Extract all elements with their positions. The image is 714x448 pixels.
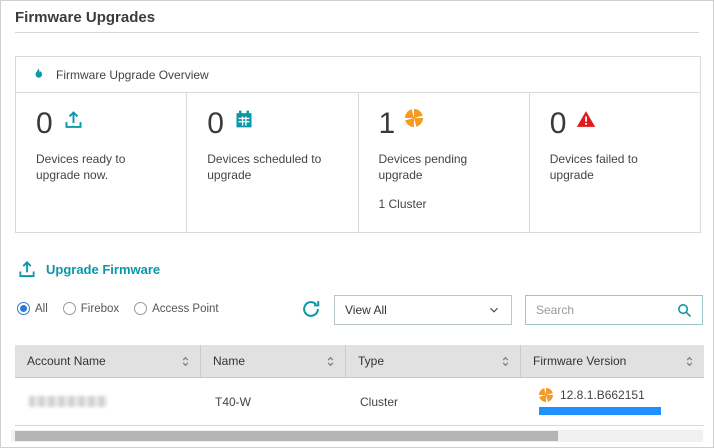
chevron-down-icon — [487, 303, 501, 317]
ready-count: 0 — [36, 109, 53, 139]
page-title: Firmware Upgrades — [15, 9, 155, 26]
overview-header: Firmware Upgrade Overview — [16, 57, 700, 93]
filter-all[interactable]: All — [17, 302, 48, 315]
view-dropdown-value: View All — [345, 303, 387, 317]
upgrade-firmware-label: Upgrade Firmware — [46, 262, 160, 277]
upgrade-firmware-button[interactable]: Upgrade Firmware — [17, 259, 160, 279]
name-header-label: Name — [213, 354, 245, 368]
cell-type: Cluster — [346, 378, 521, 425]
firmware-version-header-label: Firmware Version — [533, 354, 626, 368]
sort-icon[interactable] — [500, 355, 511, 368]
card-failed-upgrade: 0 Devices failed to upgrade — [530, 93, 700, 233]
horizontal-scrollbar[interactable] — [11, 430, 703, 442]
horizontal-scrollbar-thumb[interactable] — [15, 431, 558, 441]
column-header-firmware-version[interactable]: Firmware Version — [521, 345, 704, 377]
table-header: Account Name Name Type Firmware Version — [15, 345, 704, 378]
scheduled-count: 0 — [207, 109, 224, 139]
firmware-overview-panel: Firmware Upgrade Overview 0 Devices read… — [15, 56, 701, 233]
failed-label: Devices failed to upgrade — [550, 151, 675, 183]
pending-icon — [405, 109, 423, 127]
scheduled-label: Devices scheduled to upgrade — [207, 151, 332, 183]
ready-label: Devices ready to upgrade now. — [36, 151, 161, 183]
card-ready-to-upgrade: 0 Devices ready to upgrade now. — [16, 93, 187, 233]
device-type-filters: All Firebox Access Point — [17, 302, 219, 315]
type-header-label: Type — [358, 354, 384, 368]
title-divider — [15, 32, 699, 33]
firmware-table: Account Name Name Type Firmware Version … — [15, 345, 704, 426]
view-all-dropdown[interactable]: View All — [334, 295, 512, 325]
upload-icon — [63, 109, 84, 130]
filter-access-point[interactable]: Access Point — [134, 302, 218, 315]
redacted-account-name — [29, 396, 107, 407]
card-scheduled-to-upgrade: 0 Devices scheduled to upgrade — [187, 93, 358, 233]
search-icon[interactable] — [676, 302, 693, 319]
upgrade-progress-bar — [539, 407, 661, 415]
overview-cards: 0 Devices ready to upgrade now. 0 Device… — [16, 93, 700, 233]
alert-icon — [576, 109, 596, 129]
column-header-type[interactable]: Type — [346, 345, 521, 377]
failed-count: 0 — [550, 109, 567, 139]
radio-firebox[interactable] — [63, 302, 76, 315]
card-pending-upgrade: 1 Devices pending upgrade 1 Cluster — [359, 93, 530, 233]
search-box — [525, 295, 703, 325]
firmware-version-text: 12.8.1.B662151 — [560, 388, 645, 402]
column-header-name[interactable]: Name — [201, 345, 346, 377]
calendar-icon — [234, 109, 254, 129]
sort-icon[interactable] — [325, 355, 336, 368]
firmware-upgrades-page: Firmware Upgrades Firmware Upgrade Overv… — [0, 0, 714, 448]
upgrade-progress-fill — [539, 407, 661, 415]
pending-icon — [539, 388, 553, 402]
filter-all-label: All — [35, 303, 48, 315]
column-header-account-name[interactable]: Account Name — [15, 345, 201, 377]
flame-icon — [30, 67, 46, 83]
refresh-icon[interactable] — [300, 298, 322, 320]
radio-all[interactable] — [17, 302, 30, 315]
filter-firebox-label: Firebox — [81, 303, 119, 315]
pending-sublabel: 1 Cluster — [379, 197, 517, 211]
table-row[interactable]: T40-W Cluster 12.8.1.B662151 — [15, 378, 704, 426]
account-name-header-label: Account Name — [27, 354, 106, 368]
search-input[interactable] — [536, 303, 676, 317]
filter-firebox[interactable]: Firebox — [63, 302, 119, 315]
pending-count: 1 — [379, 109, 396, 139]
cell-firmware-version: 12.8.1.B662151 — [521, 378, 704, 425]
radio-access-point[interactable] — [134, 302, 147, 315]
sort-icon[interactable] — [180, 355, 191, 368]
pending-label: Devices pending upgrade — [379, 151, 504, 183]
sort-icon[interactable] — [684, 355, 695, 368]
cell-account-name — [15, 378, 201, 425]
cell-name: T40-W — [201, 378, 346, 425]
overview-title: Firmware Upgrade Overview — [56, 68, 209, 82]
upload-icon — [17, 259, 37, 279]
filter-access-point-label: Access Point — [152, 303, 218, 315]
